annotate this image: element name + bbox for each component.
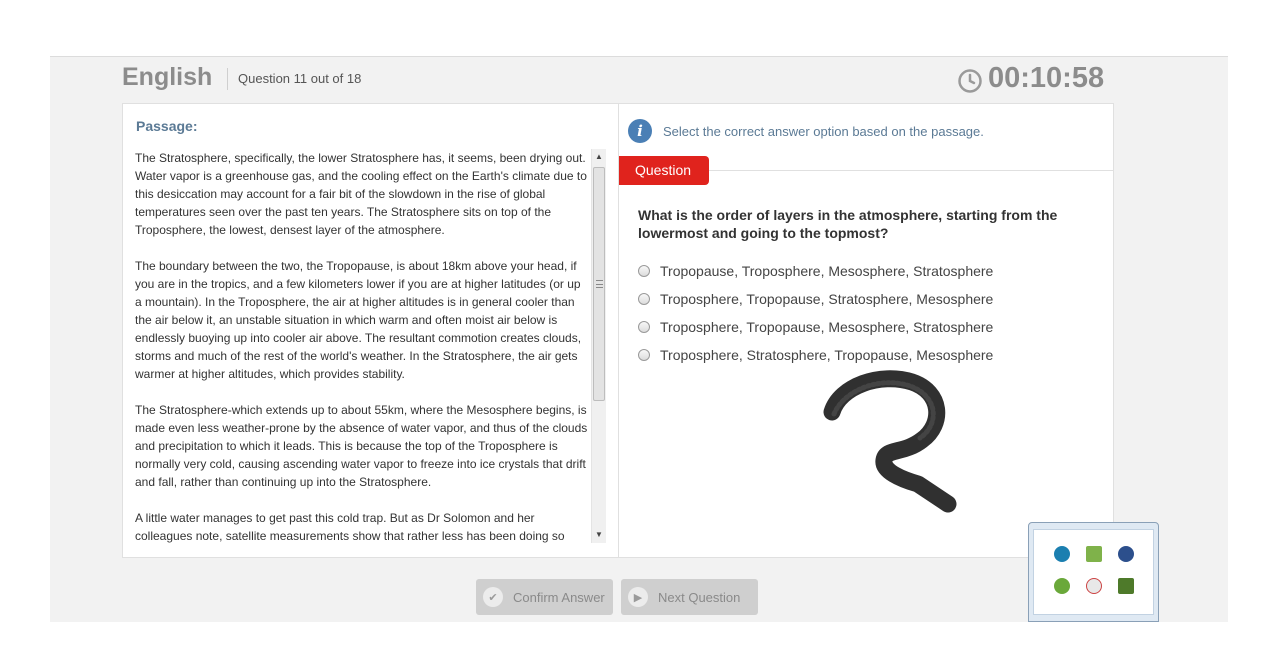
scrollbar-thumb[interactable] <box>593 167 605 401</box>
header-separator <box>227 68 228 90</box>
blocked-app-icon[interactable] <box>1086 578 1102 594</box>
timer-value: 00:10:58 <box>988 62 1105 94</box>
answer-option[interactable]: Tropopause, Troposphere, Mesosphere, Str… <box>638 263 993 279</box>
clock-icon <box>958 68 982 93</box>
torrent-icon[interactable] <box>1054 578 1070 594</box>
question-counter: Question 11 out of 18 <box>238 71 362 86</box>
bluetooth-icon[interactable] <box>1118 546 1134 562</box>
radio-button[interactable] <box>638 321 650 333</box>
play-circle-icon: ▶ <box>628 587 648 607</box>
radio-button[interactable] <box>638 293 650 305</box>
question-mark-scribble <box>823 370 957 513</box>
instruction-text: Select the correct answer option based o… <box>663 124 984 139</box>
confirm-answer-button[interactable]: ✔ Confirm Answer <box>476 579 613 615</box>
passage-paragraph: The Stratosphere-which extends up to abo… <box>135 403 588 489</box>
answer-option-label: Tropopause, Troposphere, Mesosphere, Str… <box>660 263 994 279</box>
passage-paragraph: A little water manages to get past this … <box>135 511 565 543</box>
grip-icon <box>596 280 603 288</box>
radio-button[interactable] <box>638 349 650 361</box>
passage-paragraph: The boundary between the two, the Tropop… <box>135 259 582 381</box>
scroll-down-arrow-icon[interactable]: ▼ <box>592 527 606 543</box>
answer-option[interactable]: Troposphere, Stratosphere, Tropopause, M… <box>638 347 993 363</box>
check-circle-icon: ✔ <box>483 587 503 607</box>
scroll-up-arrow-icon[interactable]: ▲ <box>592 149 606 165</box>
passage-paragraph: The Stratosphere, specifically, the lowe… <box>135 151 587 237</box>
answer-option[interactable]: Troposphere, Tropopause, Stratosphere, M… <box>638 291 993 307</box>
next-question-label: Next Question <box>658 589 741 605</box>
confirm-answer-label: Confirm Answer <box>513 589 605 605</box>
question-text: What is the order of layers in the atmos… <box>638 207 1058 241</box>
passage-text[interactable]: The Stratosphere, specifically, the lowe… <box>135 149 590 544</box>
info-icon: i <box>628 119 652 143</box>
answer-option[interactable]: Troposphere, Tropopause, Mesosphere, Str… <box>638 319 993 335</box>
system-tray-popup <box>1028 522 1159 622</box>
answer-option-label: Troposphere, Tropopause, Mesosphere, Str… <box>660 319 994 335</box>
subject-title: English <box>122 63 213 91</box>
passage-title: Passage: <box>136 118 198 134</box>
answer-option-label: Troposphere, Tropopause, Stratosphere, M… <box>660 291 994 307</box>
battery-icon[interactable] <box>1118 578 1134 594</box>
tray-icons-panel <box>1033 529 1154 615</box>
passage-scrollbar[interactable]: ▲ ▼ <box>591 149 606 543</box>
next-question-button[interactable]: ▶ Next Question <box>621 579 758 615</box>
update-check-icon[interactable] <box>1086 546 1102 562</box>
timer: 00:10:58 <box>958 62 1104 95</box>
question-tab: Question <box>619 156 709 185</box>
answer-option-label: Troposphere, Stratosphere, Tropopause, M… <box>660 347 994 363</box>
radio-button[interactable] <box>638 265 650 277</box>
network-icon[interactable] <box>1054 546 1070 562</box>
